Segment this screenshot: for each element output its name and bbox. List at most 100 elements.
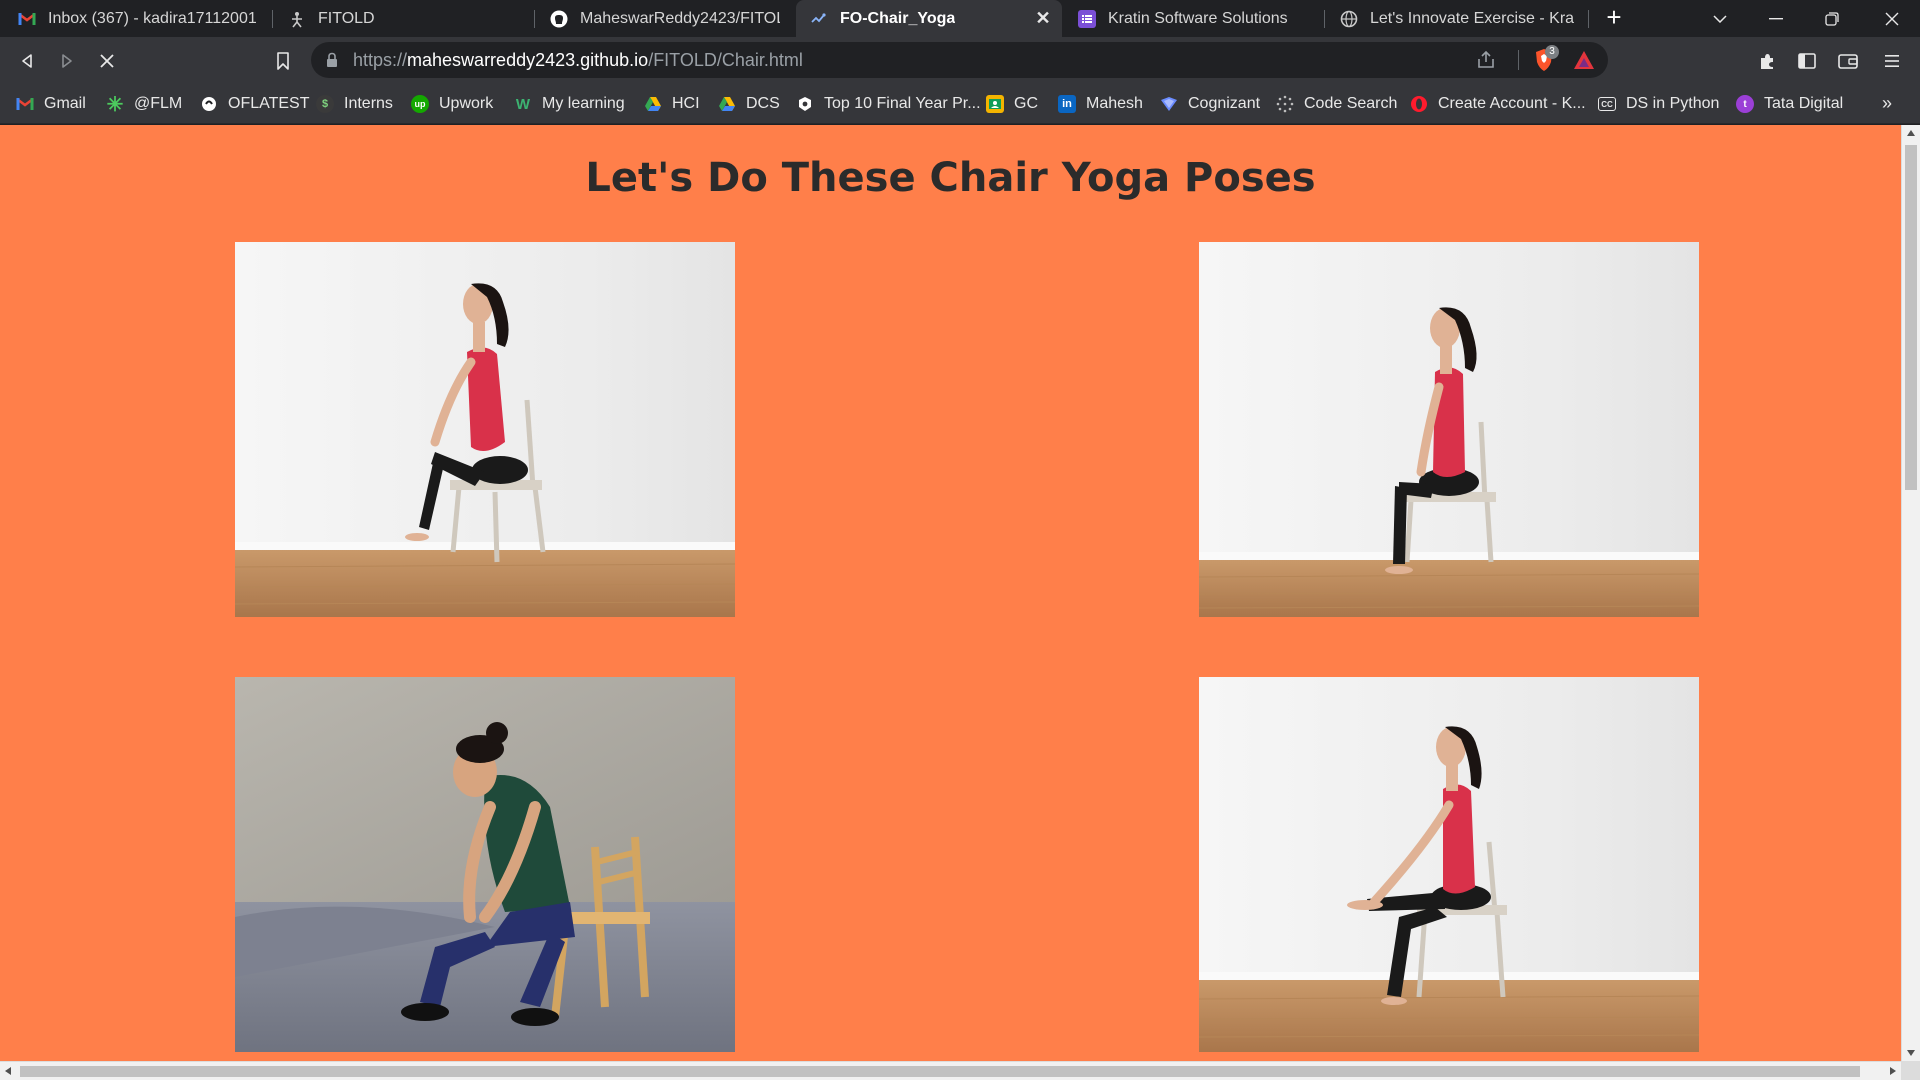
minimize-button[interactable] bbox=[1748, 0, 1804, 37]
bookmark-page-button[interactable] bbox=[268, 46, 298, 76]
tab-chair-yoga[interactable]: FO-Chair_Yoga ✕ bbox=[796, 0, 1062, 37]
wallet-icon bbox=[1838, 54, 1858, 69]
tab-fitold[interactable]: FITOLD bbox=[274, 0, 532, 37]
classroom-icon bbox=[986, 95, 1004, 113]
scrollbar-corner bbox=[1901, 1061, 1920, 1080]
bookmark-label: Tata Digital bbox=[1764, 95, 1844, 112]
lock-icon bbox=[327, 52, 337, 67]
tab-github[interactable]: MaheswarReddy2423/FITOLD bbox=[536, 0, 794, 37]
sidebar-button[interactable] bbox=[1792, 46, 1822, 76]
bookmark-gmail[interactable]: Gmail bbox=[16, 92, 86, 116]
wallet-button[interactable] bbox=[1833, 46, 1863, 76]
sidebar-icon bbox=[1798, 53, 1816, 69]
w-icon: W bbox=[515, 95, 531, 113]
restore-button[interactable] bbox=[1804, 0, 1860, 37]
dollar-icon: $ bbox=[316, 95, 334, 113]
brave-rewards-icon[interactable] bbox=[1573, 49, 1595, 71]
drive-icon bbox=[718, 95, 736, 113]
close-window-button[interactable] bbox=[1864, 0, 1920, 37]
tab-separator bbox=[534, 10, 535, 28]
url-host: maheswarreddy2423.github.io bbox=[407, 50, 649, 70]
vertical-scrollbar[interactable] bbox=[1901, 125, 1920, 1061]
bookmark-oflatest[interactable]: OFLATEST bbox=[200, 92, 310, 116]
url-scheme: https:// bbox=[353, 50, 408, 70]
bookmark-ds-python[interactable]: CC DS in Python bbox=[1598, 92, 1719, 116]
pose-image-figure-four bbox=[1199, 677, 1699, 1052]
bookmark-label: DS in Python bbox=[1626, 95, 1720, 112]
bookmark-code-search[interactable]: Code Search bbox=[1276, 92, 1397, 116]
close-icon bbox=[1885, 12, 1899, 25]
bookmark-upwork[interactable]: up Upwork bbox=[411, 92, 493, 116]
address-bar[interactable]: https://maheswarreddy2423.github.io/FITO… bbox=[311, 42, 1608, 78]
tab-search-button[interactable] bbox=[1692, 0, 1748, 37]
bookmark-create-account[interactable]: Create Account - K... bbox=[1410, 92, 1586, 116]
forward-button[interactable] bbox=[52, 46, 82, 76]
bookmark-icon bbox=[277, 52, 289, 70]
upwork-icon: up bbox=[411, 95, 429, 113]
bookmark-tata-digital[interactable]: t Tata Digital bbox=[1736, 92, 1843, 116]
scroll-right-icon[interactable] bbox=[1890, 1067, 1896, 1075]
scroll-left-icon[interactable] bbox=[5, 1067, 11, 1075]
close-icon bbox=[100, 54, 114, 68]
opera-icon bbox=[1410, 95, 1428, 113]
extensions-button[interactable] bbox=[1752, 46, 1782, 76]
tab-gmail[interactable]: Inbox (367) - kadira17112001@g bbox=[4, 0, 270, 37]
bookmark-label: My learning bbox=[542, 95, 625, 112]
tab-label: MaheswarReddy2423/FITOLD bbox=[580, 9, 780, 27]
tata-icon: t bbox=[1736, 95, 1754, 113]
bookmark-mahesh[interactable]: in Mahesh bbox=[1058, 92, 1143, 116]
tab-kratin[interactable]: Kratin Software Solutions bbox=[1064, 0, 1322, 37]
github-icon bbox=[550, 10, 568, 28]
bookmark-my-learning[interactable]: W My learning bbox=[514, 92, 625, 116]
gmail-icon bbox=[16, 95, 34, 113]
bookmark-hci[interactable]: HCI bbox=[644, 92, 700, 116]
drive-icon bbox=[644, 95, 662, 113]
browser-toolbar: https://maheswarreddy2423.github.io/FITO… bbox=[0, 37, 1920, 84]
oflatest-icon bbox=[200, 95, 218, 113]
fitold-icon bbox=[288, 10, 306, 28]
scrollbar-thumb[interactable] bbox=[1905, 145, 1917, 490]
menu-button[interactable] bbox=[1877, 46, 1907, 76]
bookmark-dcs[interactable]: DCS bbox=[718, 92, 780, 116]
tab-label: FO-Chair_Yoga bbox=[840, 9, 956, 27]
bookmark-label: OFLATEST bbox=[228, 95, 310, 112]
tab-label: Kratin Software Solutions bbox=[1108, 9, 1288, 27]
bookmark-flm[interactable]: ✳ @FLM bbox=[106, 92, 183, 116]
tab-lets-innovate[interactable]: Let's Innovate Exercise - Kratin LL bbox=[1326, 0, 1588, 37]
bookmarks-overflow-button[interactable]: » bbox=[1882, 93, 1892, 114]
pose-image-seated-upright bbox=[1199, 242, 1699, 617]
page-icon bbox=[810, 10, 828, 28]
address-url: https://maheswarreddy2423.github.io/FITO… bbox=[353, 50, 803, 71]
back-button[interactable] bbox=[12, 46, 42, 76]
page-title: Let's Do These Chair Yoga Poses bbox=[585, 155, 1316, 201]
cognizant-icon bbox=[1160, 95, 1178, 113]
scroll-up-icon[interactable] bbox=[1907, 130, 1915, 136]
globe-icon bbox=[1340, 10, 1358, 28]
horizontal-scrollbar[interactable] bbox=[0, 1061, 1901, 1080]
scrollbar-thumb[interactable] bbox=[20, 1066, 1860, 1077]
bookmark-gc[interactable]: GC bbox=[986, 92, 1038, 116]
bookmarks-bar: Gmail ✳ @FLM OFLATEST $ Interns up Upwor… bbox=[0, 84, 1920, 124]
bookmark-top-10[interactable]: Top 10 Final Year Pr... bbox=[796, 92, 981, 116]
bookmark-label: HCI bbox=[672, 95, 700, 112]
dots-icon bbox=[1276, 95, 1294, 113]
bookmark-cognizant[interactable]: Cognizant bbox=[1160, 92, 1260, 116]
bookmark-interns[interactable]: $ Interns bbox=[316, 92, 393, 116]
bookmark-label: Create Account - K... bbox=[1438, 95, 1586, 112]
bookmark-label: Gmail bbox=[44, 95, 86, 112]
bookmark-label: Cognizant bbox=[1188, 95, 1261, 112]
flm-icon: ✳ bbox=[106, 93, 124, 116]
close-icon[interactable]: ✕ bbox=[1034, 9, 1052, 27]
tab-separator bbox=[1588, 10, 1589, 28]
back-arrow-icon bbox=[22, 54, 32, 68]
badge-icon bbox=[796, 95, 814, 113]
pose-image-forward-fold bbox=[235, 677, 735, 1052]
bookmark-label: DCS bbox=[746, 95, 780, 112]
share-icon[interactable] bbox=[1475, 49, 1497, 71]
new-tab-button[interactable]: + bbox=[1600, 4, 1628, 32]
forward-arrow-icon bbox=[62, 54, 72, 68]
forms-icon bbox=[1078, 9, 1096, 28]
yoga-pose-photo bbox=[1199, 242, 1699, 617]
scroll-down-icon[interactable] bbox=[1907, 1050, 1915, 1056]
stop-loading-button[interactable] bbox=[92, 46, 122, 76]
